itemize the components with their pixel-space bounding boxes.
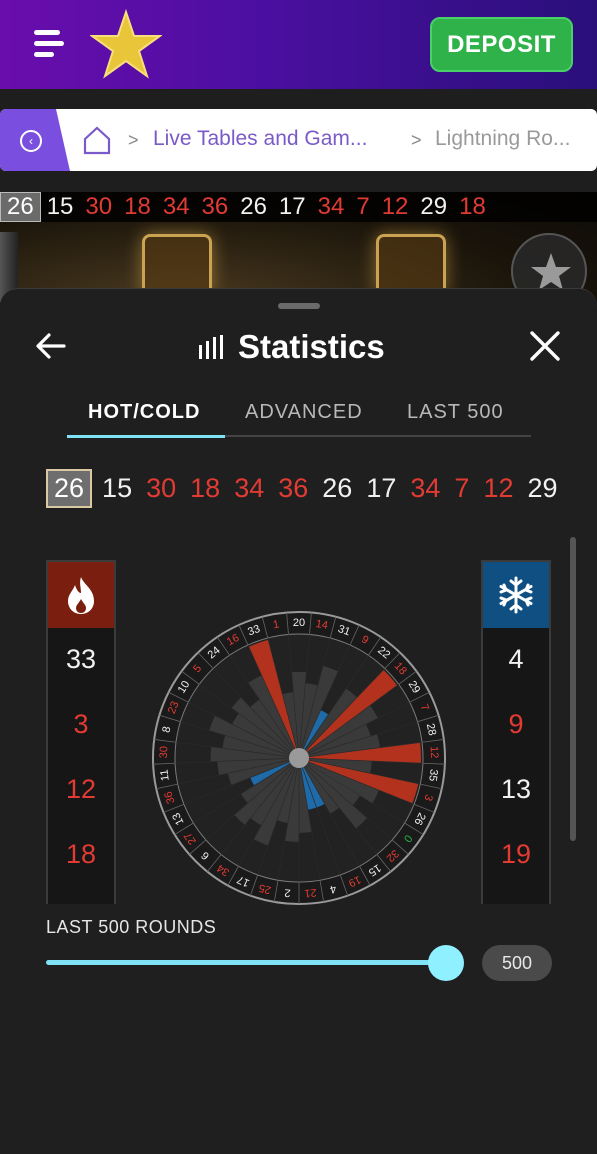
rounds-value-badge: 500 [482,945,552,981]
result-number: 30 [146,472,177,503]
tab-hot-cold[interactable]: HOT/COLD [88,401,200,424]
result-number: 15 [102,472,133,503]
chevron-left-icon: ‹ [20,130,42,152]
result-number: 34 [410,472,441,503]
result-number: 12 [381,193,409,220]
statistics-panel: Statistics HOT/COLD ADVANCED LAST 500 26… [0,288,597,1154]
latest-result: 26 [46,468,93,508]
home-icon[interactable] [82,125,112,155]
result-number: 18 [124,193,151,220]
game-history-strip: 26 15 30 18 34 36 26 17 34 7 12 29 18 [0,192,597,222]
slider-label: LAST 500 ROUNDS [46,917,217,937]
wheel-number-label: 30 [158,746,171,759]
recent-results-row: 26 15 30 18 34 36 26 17 34 7 12 29 [46,465,597,511]
result-number: 29 [527,472,558,503]
breadcrumb-separator: > [128,130,139,150]
hot-number: 3 [73,709,89,739]
result-number: 7 [356,193,370,220]
wheel-number-label: 14 [315,618,329,632]
wheel-number-label: 21 [304,886,317,899]
result-number: 36 [278,472,309,503]
wheel-number-label: 20 [293,617,305,629]
stats-tabs: HOT/COLD ADVANCED LAST 500 [67,395,531,438]
hot-number: 33 [65,644,97,674]
fire-icon [68,577,94,614]
result-number: 7 [454,472,470,503]
top-header: DEPOSIT [0,0,597,89]
cold-numbers-column: 4 9 13 19 [481,560,551,904]
rounds-slider-track[interactable] [46,960,446,965]
wheel-number-label: 28 [424,722,438,737]
hot-number: 12 [65,774,97,804]
deposit-button[interactable]: DEPOSIT [430,17,573,72]
result-number: 15 [46,193,74,220]
result-number: 36 [201,193,229,220]
wheel-number-label: 2 [284,886,291,898]
result-number: 30 [85,193,113,220]
panel-header: Statistics [198,325,385,369]
cold-number: 9 [508,709,524,739]
result-number: 26 [322,472,353,503]
breadcrumb-separator: > [411,130,422,150]
breadcrumb-back-button[interactable]: ‹ [0,109,70,171]
cold-number: 4 [508,644,524,674]
menu-icon[interactable] [34,28,66,60]
roulette-wheel-chart: 0321519421225173462713361130823105241633… [152,611,446,905]
wheel-number-label: 35 [426,768,439,782]
cold-number: 13 [500,774,532,804]
result-number: 17 [278,193,306,220]
panel-scrollbar[interactable] [570,537,576,841]
result-number: 26 [240,193,267,220]
rounds-slider-handle[interactable] [428,945,464,981]
result-number: 34 [162,193,190,220]
active-tab-indicator [67,435,225,438]
wheel-number-label: 12 [428,746,441,759]
hot-number: 18 [65,839,97,869]
wheel-center-hub [289,748,309,768]
snowflake-icon [499,576,533,614]
breadcrumb-live-tables[interactable]: Live Tables and Gam... [153,127,388,151]
star-logo-icon[interactable] [90,8,162,80]
close-icon[interactable] [528,329,562,363]
hot-numbers-column: 33 3 12 18 [46,560,116,904]
result-number: 34 [234,472,265,503]
result-number: 17 [366,472,397,503]
cold-number: 19 [500,839,532,869]
tab-last-500[interactable]: LAST 500 [407,401,504,424]
drag-handle[interactable] [278,303,320,309]
tab-advanced[interactable]: ADVANCED [245,401,363,424]
breadcrumb-lightning-roulette[interactable]: Lightning Ro... [435,127,585,151]
result-number: 12 [483,472,514,503]
result-number: 18 [190,472,221,503]
back-arrow-icon[interactable] [34,329,68,363]
hot-header [48,562,114,628]
wheel-number-label: 11 [158,769,171,782]
breadcrumb: ‹ > Live Tables and Gam... > Lightning R… [0,109,597,171]
result-number: 29 [420,193,448,220]
cold-header [483,562,549,628]
statistics-icon [199,335,223,359]
latest-result: 26 [0,192,41,222]
panel-title: Statistics [238,328,385,365]
result-number: 18 [459,193,486,220]
result-number: 34 [317,193,345,220]
